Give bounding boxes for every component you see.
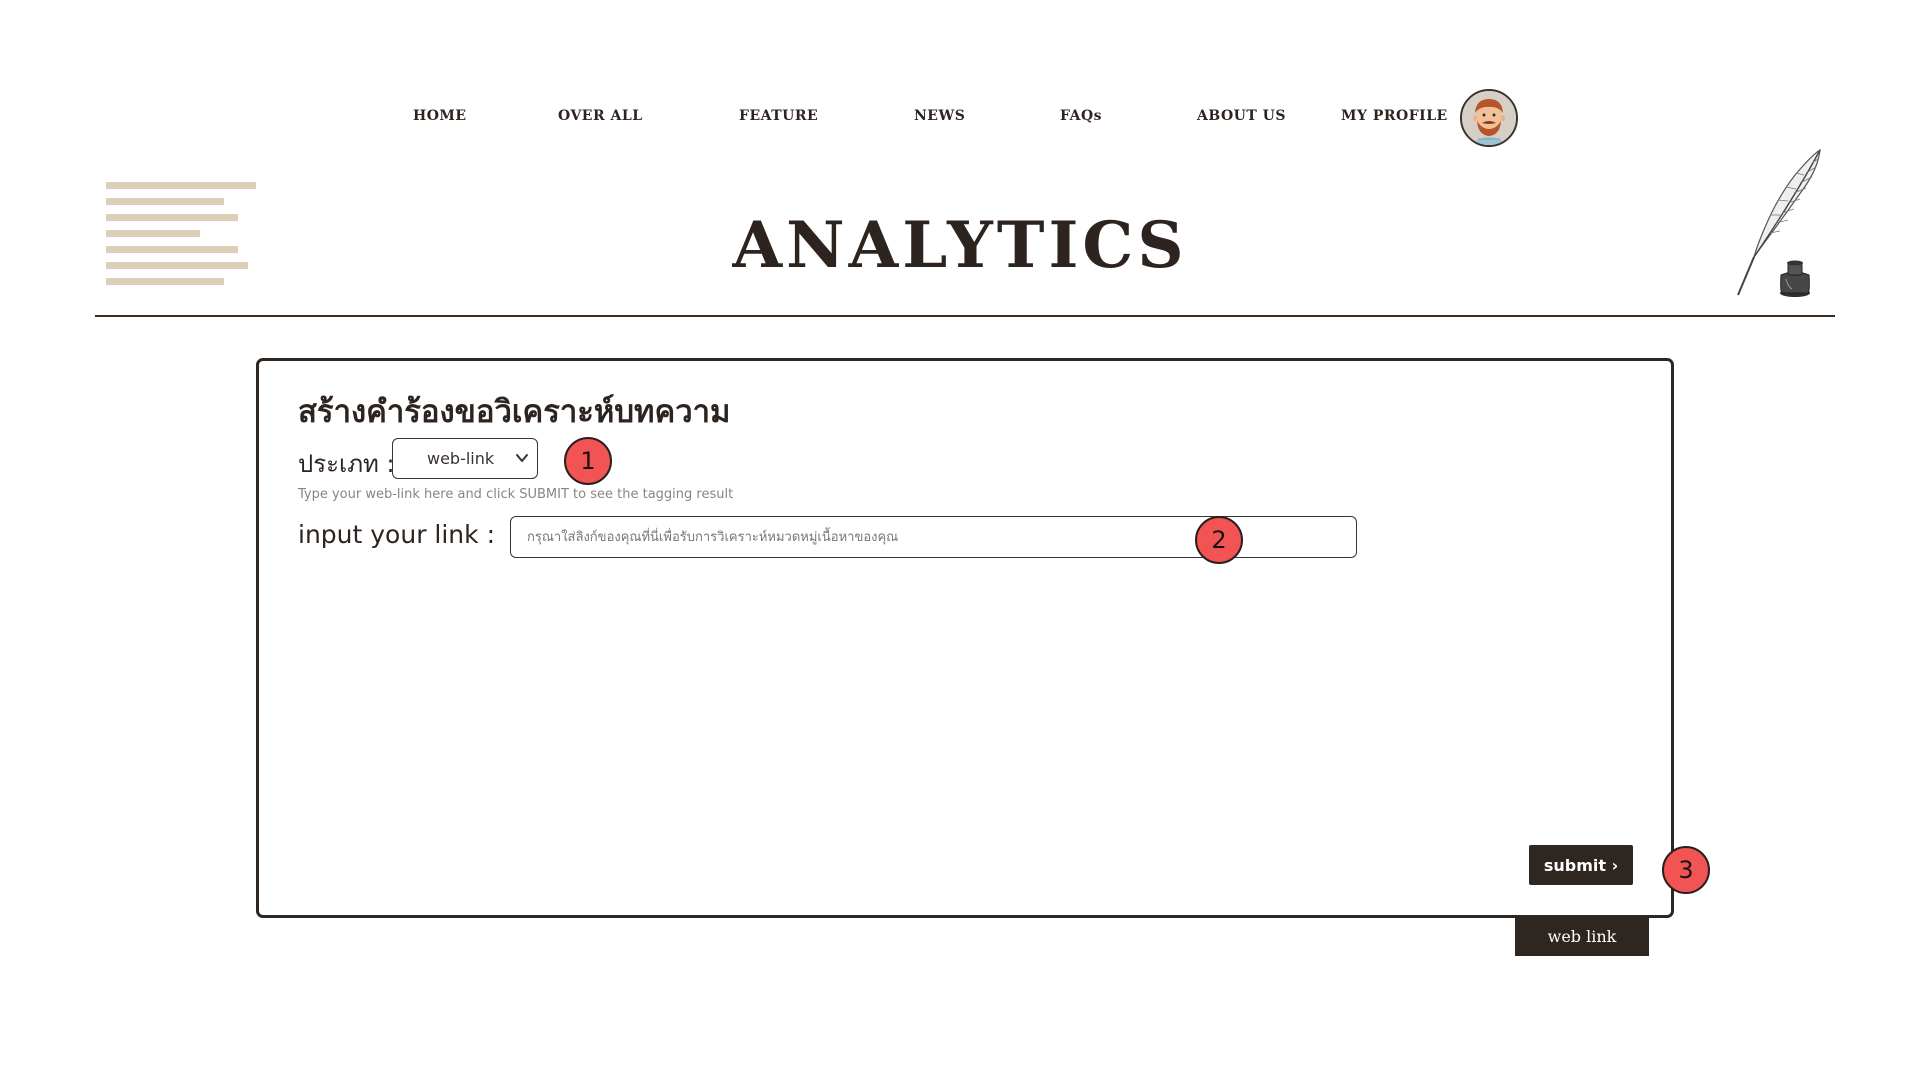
web-link-tab[interactable]: web link bbox=[1515, 917, 1649, 956]
form-heading: สร้างคำร้องขอวิเคราะห์บทความ bbox=[298, 394, 731, 430]
type-select[interactable]: web-link bbox=[392, 438, 538, 479]
top-navigation: HOME OVER ALL FEATURE NEWS FAQs ABOUT US… bbox=[0, 88, 1920, 148]
step-marker-1: 1 bbox=[564, 437, 612, 485]
profile-avatar[interactable] bbox=[1460, 89, 1518, 147]
nav-feature-link[interactable]: FEATURE bbox=[739, 108, 818, 124]
page-title: ANALYTICS bbox=[732, 208, 1188, 283]
link-label: input your link : bbox=[298, 520, 495, 549]
nav-about-us-link[interactable]: ABOUT US bbox=[1197, 108, 1286, 124]
submit-button[interactable]: submit › bbox=[1529, 845, 1633, 885]
nav-faqs-link[interactable]: FAQs bbox=[1060, 108, 1102, 124]
type-select-value: web-link bbox=[427, 449, 495, 468]
type-label: ประเภท : bbox=[298, 450, 395, 478]
quill-and-inkwell-icon bbox=[1737, 148, 1821, 297]
step-marker-3: 3 bbox=[1662, 846, 1710, 894]
helper-text: Type your web-link here and click SUBMIT… bbox=[298, 487, 734, 502]
nav-home-link[interactable]: HOME bbox=[413, 108, 467, 124]
header-divider bbox=[95, 315, 1835, 317]
nav-my-profile-link[interactable]: MY PROFILE bbox=[1341, 108, 1448, 124]
nav-over-all-link[interactable]: OVER ALL bbox=[558, 108, 643, 124]
chevron-down-icon bbox=[516, 454, 528, 462]
nav-news-link[interactable]: NEWS bbox=[914, 108, 965, 124]
step-marker-2: 2 bbox=[1195, 516, 1243, 564]
bearded-man-avatar-icon bbox=[1462, 91, 1516, 145]
